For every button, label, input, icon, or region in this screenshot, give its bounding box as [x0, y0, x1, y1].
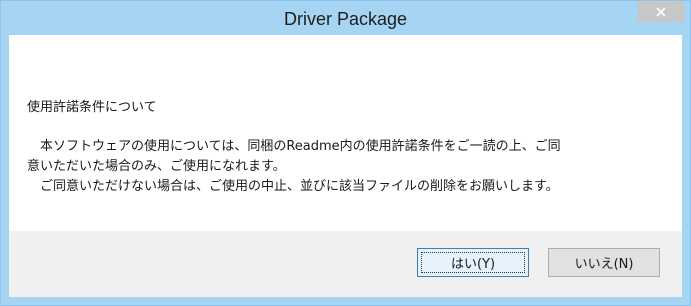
- dialog-client: 使用許諾条件について 本ソフトウェアの使用については、同梱のReadme内の使用…: [9, 35, 682, 297]
- message-heading: 使用許諾条件について: [27, 100, 157, 115]
- message-area: 使用許諾条件について 本ソフトウェアの使用については、同梱のReadme内の使用…: [9, 35, 682, 231]
- close-button[interactable]: [638, 1, 684, 22]
- focus-indicator: [421, 252, 525, 273]
- message-line: 本ソフトウェアの使用については、同梱のReadme内の使用許諾条件をご一読の上、…: [27, 139, 561, 154]
- no-button-label: いいえ(N): [574, 257, 634, 272]
- no-button[interactable]: いいえ(N): [548, 248, 660, 277]
- window-title: Driver Package: [283, 9, 408, 29]
- message-body: 本ソフトウェアの使用については、同梱のReadme内の使用許諾条件をご一読の上、…: [27, 137, 677, 197]
- button-bar: はい(Y) いいえ(N): [9, 231, 682, 297]
- message-line: 意いただいた場合のみ、ご使用になれます。: [27, 159, 286, 174]
- yes-button[interactable]: はい(Y): [417, 248, 529, 277]
- close-icon: [656, 6, 666, 17]
- message-line: ご同意いただけない場合は、ご使用の中止、並びに該当ファイルの削除をお願いします。: [27, 179, 559, 194]
- dialog-window: Driver Package 使用許諾条件について 本ソフトウェアの使用について…: [0, 0, 691, 306]
- title-bar[interactable]: Driver Package: [1, 1, 690, 35]
